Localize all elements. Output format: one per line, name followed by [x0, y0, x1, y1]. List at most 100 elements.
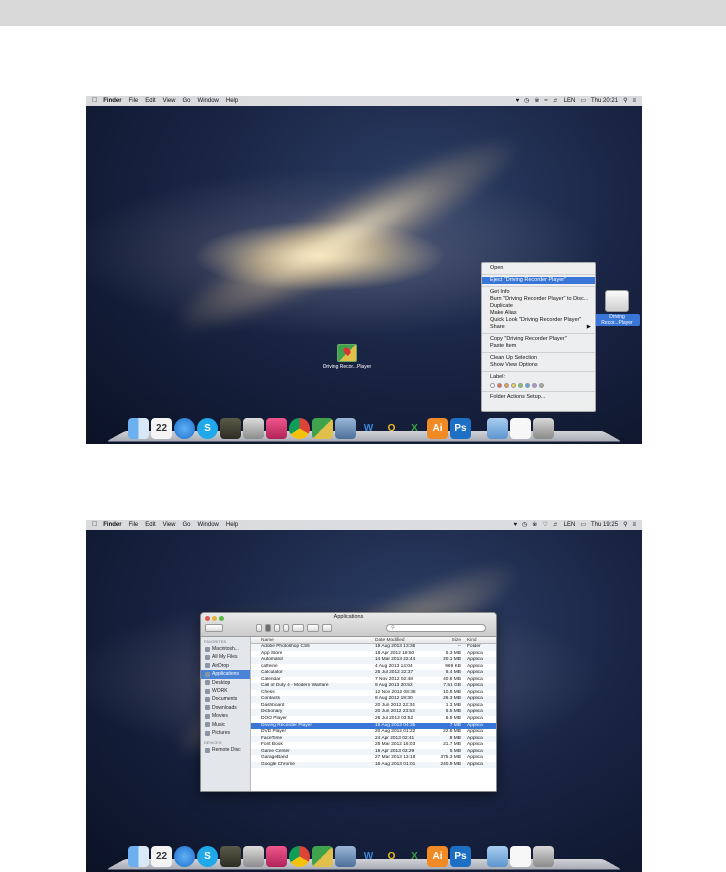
column-kind[interactable]: Kind [465, 637, 495, 643]
folder-icon[interactable] [487, 418, 508, 439]
sidebar-item-applications[interactable]: Applications [201, 670, 250, 679]
word-icon[interactable]: W [358, 846, 379, 867]
column-size[interactable]: Size [435, 637, 465, 643]
menu-item-view-options[interactable]: Show View Options [482, 362, 595, 369]
menu-item-clean-up[interactable]: Clean Up Selection [482, 355, 595, 362]
excel-icon[interactable]: X [404, 846, 425, 867]
tweet-icon[interactable] [266, 418, 287, 439]
action-gear-button[interactable] [292, 624, 304, 632]
desktop-icon-disk[interactable]: Driving Recor...Player [594, 290, 640, 326]
icon-view-button[interactable] [256, 624, 262, 632]
column-name[interactable]: Name [251, 637, 375, 643]
trash-icon[interactable] [533, 418, 554, 439]
document-icon[interactable] [510, 418, 531, 439]
wifi-icon[interactable]: ≈ [544, 96, 547, 106]
menu-item-quick-look[interactable]: Quick Look "Driving Recorder Player" [482, 317, 595, 324]
chrome-icon[interactable] [289, 418, 310, 439]
sidebar-item-documents[interactable]: Documents [201, 695, 250, 703]
gamepad-icon[interactable] [243, 846, 264, 867]
menubar-clock[interactable]: Thu 19:25 [591, 520, 618, 530]
apple-menu-icon[interactable]:  [92, 520, 97, 530]
sidebar-item-airdrop[interactable]: AirDrop [201, 662, 250, 670]
folder-icon[interactable] [487, 846, 508, 867]
menu-item-paste[interactable]: Paste Item [482, 343, 595, 350]
calendar-icon[interactable]: 22 [151, 846, 172, 867]
sidebar-item-all-my-files[interactable]: All My Files [201, 653, 250, 661]
sidebar-item-downloads[interactable]: Downloads [201, 704, 250, 712]
label-color-swatch[interactable] [525, 382, 530, 388]
sidebar-item-pictures[interactable]: Pictures [201, 729, 250, 737]
skype-icon[interactable]: S [197, 418, 218, 439]
share-button[interactable] [322, 624, 332, 632]
notification-center-icon[interactable]: ≡ [632, 96, 636, 106]
sidebar-item-work[interactable]: WORK [201, 687, 250, 695]
word-icon[interactable]: W [358, 418, 379, 439]
label-color-swatch[interactable] [532, 382, 537, 388]
menu-file[interactable]: File [129, 96, 139, 106]
column-view-button[interactable] [274, 624, 280, 632]
outlook-icon[interactable]: O [381, 418, 402, 439]
photoshop-icon[interactable]: Ps [450, 846, 471, 867]
arrange-button[interactable] [307, 624, 319, 632]
menu-item-folder-actions[interactable]: Folder Actions Setup... [482, 394, 595, 401]
menu-item-eject[interactable]: Eject "Driving Recorder Player" [482, 277, 595, 284]
label-color-swatch[interactable] [504, 382, 509, 388]
menu-item-get-info[interactable]: Get Info [482, 289, 595, 296]
document-icon[interactable] [510, 846, 531, 867]
wifi-icon[interactable]: ♡ [542, 520, 547, 530]
menu-view[interactable]: View [163, 520, 176, 530]
menu-edit[interactable]: Edit [145, 96, 155, 106]
menu-help[interactable]: Help [226, 520, 238, 530]
menu-item-copy[interactable]: Copy "Driving Recorder Player" [482, 336, 595, 343]
photoshop-icon[interactable]: Ps [450, 418, 471, 439]
volume-icon[interactable]: ♬ [553, 520, 559, 530]
menu-view[interactable]: View [163, 96, 176, 106]
outlook-icon[interactable]: O [381, 846, 402, 867]
time-machine-icon[interactable]: ◷ [522, 520, 527, 530]
table-row[interactable]: Google Chrome 16 Aug 2013 01:01 240.9 MB Ap… [251, 761, 496, 769]
call-of-duty-icon[interactable] [220, 418, 241, 439]
menu-item-duplicate[interactable]: Duplicate [482, 303, 595, 310]
menu-item-open[interactable]: Open [482, 265, 595, 272]
cover-flow-button[interactable] [283, 624, 289, 632]
battery-icon[interactable]: ▭ [580, 520, 586, 530]
column-date-modified[interactable]: Date Modified [375, 637, 435, 643]
menu-go[interactable]: Go [183, 520, 191, 530]
spotlight-search-icon[interactable]: ⚲ [623, 520, 627, 530]
back-forward-buttons[interactable] [205, 624, 223, 632]
menu-file[interactable]: File [129, 520, 139, 530]
menu-item-share[interactable]: Share ▶ [482, 324, 595, 331]
sidebar-item-remote-disc[interactable]: Remote Disc [201, 746, 250, 754]
preview-icon[interactable] [335, 846, 356, 867]
sidebar-item-macintosh[interactable]: Macintosh... [201, 645, 250, 653]
menu-item-make-alias[interactable]: Make Alias [482, 310, 595, 317]
tweet-icon[interactable] [266, 846, 287, 867]
menu-go[interactable]: Go [183, 96, 191, 106]
maps-icon[interactable] [312, 418, 333, 439]
time-machine-icon[interactable]: ◷ [524, 96, 529, 106]
excel-icon[interactable]: X [404, 418, 425, 439]
no-label-swatch[interactable] [490, 382, 495, 388]
bluetooth-icon[interactable]: ※ [532, 520, 537, 530]
notification-center-icon[interactable]: ≡ [632, 520, 636, 530]
illustrator-icon[interactable]: Ai [427, 846, 448, 867]
menubar-clock[interactable]: Thu 20:21 [591, 96, 618, 106]
chrome-icon[interactable] [289, 846, 310, 867]
finder-icon[interactable] [128, 418, 149, 439]
trash-icon[interactable] [533, 846, 554, 867]
menu-finder[interactable]: Finder [103, 96, 121, 106]
finder-icon[interactable] [128, 846, 149, 867]
app-store-icon[interactable] [174, 846, 195, 867]
spotlight-search-icon[interactable]: ⚲ [623, 96, 627, 106]
menu-finder[interactable]: Finder [103, 520, 121, 530]
menu-help[interactable]: Help [226, 96, 238, 106]
status-heart-icon[interactable]: ♥ [516, 96, 520, 106]
desktop-icon-app[interactable]: Driving Recor...Player [322, 344, 372, 370]
label-color-swatch[interactable] [539, 382, 544, 388]
status-heart-icon[interactable]: ♥ [513, 520, 517, 530]
preview-icon[interactable] [335, 418, 356, 439]
maps-icon[interactable] [312, 846, 333, 867]
menu-item-burn[interactable]: Burn "Driving Recorder Player" to Disc..… [482, 296, 595, 303]
volume-icon[interactable]: ♬ [553, 96, 559, 106]
menu-edit[interactable]: Edit [145, 520, 155, 530]
